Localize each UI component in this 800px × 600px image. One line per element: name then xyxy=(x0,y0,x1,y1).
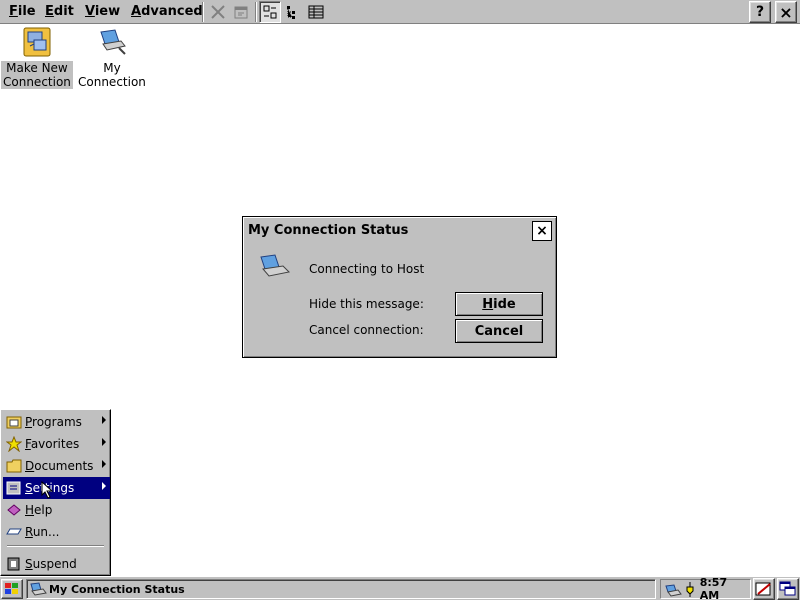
input-panel-button[interactable] xyxy=(753,578,775,600)
settings-icon xyxy=(5,479,23,497)
taskbar-button-connection-status[interactable]: My Connection Status xyxy=(26,579,656,599)
toolbar-separator xyxy=(202,2,204,22)
properties-button[interactable] xyxy=(230,1,252,23)
status-text: Connecting to Host xyxy=(309,262,425,276)
toolbar-separator xyxy=(255,2,257,22)
help-button[interactable]: ? xyxy=(749,1,771,23)
keyboard-pen-icon xyxy=(755,582,771,596)
close-window-button[interactable]: × xyxy=(775,1,797,23)
details-view-button[interactable] xyxy=(305,1,327,23)
properties-icon xyxy=(234,6,248,19)
details-view-icon xyxy=(308,5,324,19)
submenu-arrow-icon xyxy=(102,482,106,490)
start-menu-item-favorites[interactable]: Favorites xyxy=(3,433,110,455)
suspend-icon xyxy=(5,555,23,573)
delete-icon xyxy=(211,5,225,19)
mouse-cursor-icon xyxy=(41,481,54,499)
start-menu-item-run[interactable]: Run... xyxy=(3,521,110,543)
show-desktop-button[interactable] xyxy=(777,578,799,600)
make-new-connection-icon xyxy=(23,27,51,57)
submenu-arrow-icon xyxy=(102,460,106,468)
hide-prompt: Hide this message: xyxy=(309,297,424,311)
menu-advanced[interactable]: Advanced xyxy=(131,4,203,19)
menu-bar: File Edit View Advanced ? × xyxy=(0,0,800,24)
menu-view[interactable]: View xyxy=(85,4,120,19)
connection-icon xyxy=(30,582,47,596)
submenu-arrow-icon xyxy=(102,416,106,424)
submenu-arrow-icon xyxy=(102,438,106,446)
programs-icon xyxy=(5,413,23,431)
system-tray: 8:57 AM xyxy=(660,576,751,600)
icon-label: Make New Connection xyxy=(1,61,73,89)
cancel-button[interactable]: Cancel xyxy=(455,319,543,343)
help-icon xyxy=(5,501,23,519)
run-icon xyxy=(5,523,23,541)
desktop-icon-my-connection[interactable]: My Connection xyxy=(76,26,146,89)
menu-edit[interactable]: Edit xyxy=(45,4,74,19)
documents-icon xyxy=(5,457,23,475)
list-view-button[interactable] xyxy=(282,1,304,23)
delete-button[interactable] xyxy=(207,1,229,23)
taskbar-button-label: My Connection Status xyxy=(49,582,185,596)
start-menu: Programs Favorites Documents Settings He… xyxy=(0,409,111,576)
cancel-prompt: Cancel connection: xyxy=(309,323,424,337)
start-menu-item-settings[interactable]: Settings xyxy=(3,477,110,499)
dialog-title: My Connection Status xyxy=(245,219,554,243)
power-plug-icon[interactable] xyxy=(684,581,696,597)
start-button[interactable] xyxy=(1,579,23,599)
start-menu-item-help[interactable]: Help xyxy=(3,499,110,521)
large-icons-button[interactable] xyxy=(259,1,281,23)
connection-icon xyxy=(257,253,291,284)
taskbar: My Connection Status 8:57 AM xyxy=(0,576,800,600)
windows-logo-icon xyxy=(5,583,18,594)
list-view-icon xyxy=(287,6,295,19)
connection-status-dialog: My Connection Status × Connecting to Hos… xyxy=(242,216,557,358)
start-menu-item-programs[interactable]: Programs xyxy=(3,411,110,433)
hide-button[interactable]: Hide xyxy=(455,292,543,316)
my-connection-icon xyxy=(100,29,126,55)
favorites-icon xyxy=(5,435,23,453)
start-menu-divider xyxy=(7,545,104,547)
menu-file[interactable]: File xyxy=(9,4,36,19)
large-icons-icon xyxy=(263,5,277,19)
start-menu-item-documents[interactable]: Documents xyxy=(3,455,110,477)
start-menu-item-suspend[interactable]: Suspend xyxy=(3,553,110,575)
network-tray-icon[interactable] xyxy=(664,581,684,597)
icon-label: My Connection xyxy=(78,61,146,89)
dialog-close-button[interactable]: × xyxy=(532,221,552,241)
desktop-windows-icon xyxy=(779,581,796,596)
desktop-icon-make-new-connection[interactable]: Make New Connection xyxy=(1,26,73,89)
clock[interactable]: 8:57 AM xyxy=(700,576,750,600)
